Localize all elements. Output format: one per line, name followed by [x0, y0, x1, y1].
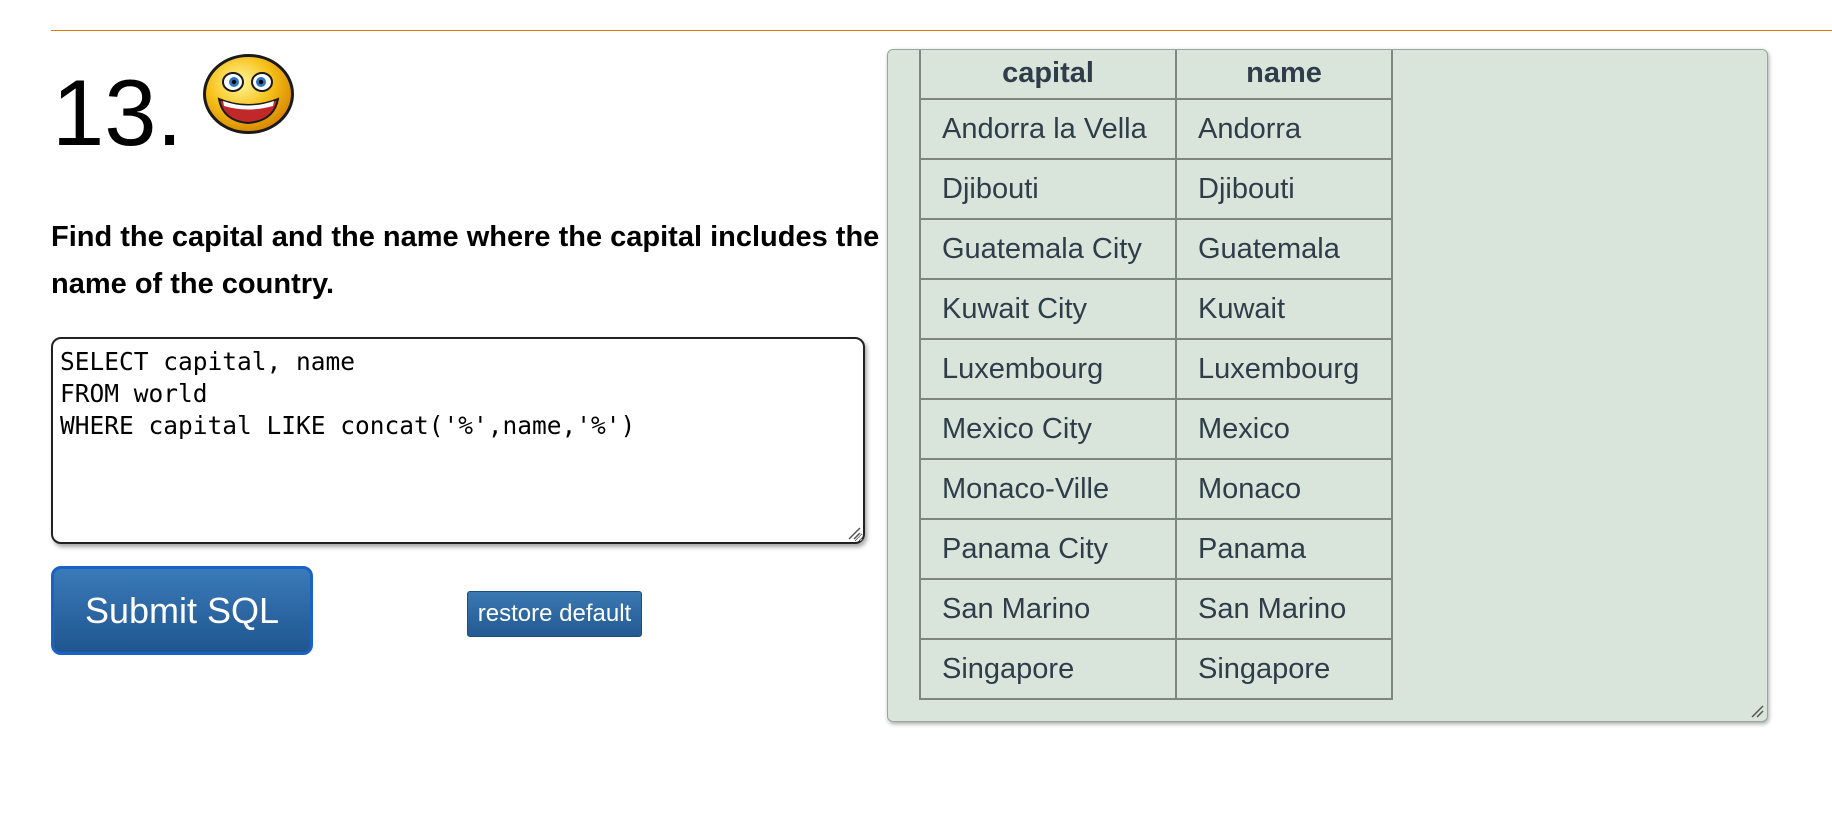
- restore-default-button[interactable]: restore default: [467, 591, 642, 637]
- table-row: Andorra la Vella Andorra: [919, 98, 1393, 160]
- cell-capital: Monaco-Ville: [919, 458, 1177, 520]
- cell-capital: Kuwait City: [919, 278, 1177, 340]
- cell-name: Mexico: [1175, 398, 1393, 460]
- table-row: Djibouti Djibouti: [919, 158, 1393, 220]
- table-row: Guatemala City Guatemala: [919, 218, 1393, 280]
- table-row: Kuwait City Kuwait: [919, 278, 1393, 340]
- sql-editor[interactable]: SELECT capital, name FROM world WHERE ca…: [51, 337, 865, 544]
- cell-name: Kuwait: [1175, 278, 1393, 340]
- cell-name: Singapore: [1175, 638, 1393, 700]
- smiley-face-icon: [203, 54, 294, 134]
- column-header-name: name: [1175, 50, 1393, 100]
- cell-capital: Mexico City: [919, 398, 1177, 460]
- cell-capital: Djibouti: [919, 158, 1177, 220]
- table-row: Luxembourg Luxembourg: [919, 338, 1393, 400]
- cell-capital: Guatemala City: [919, 218, 1177, 280]
- cell-capital: San Marino: [919, 578, 1177, 640]
- table-row: Mexico City Mexico: [919, 398, 1393, 460]
- cell-name: Monaco: [1175, 458, 1393, 520]
- cell-capital: Singapore: [919, 638, 1177, 700]
- cell-capital: Luxembourg: [919, 338, 1177, 400]
- column-header-capital: capital: [919, 50, 1177, 100]
- cell-capital: Panama City: [919, 518, 1177, 580]
- cell-name: Andorra: [1175, 98, 1393, 160]
- result-table: capital name Andorra la Vella Andorra Dj…: [919, 50, 1393, 700]
- question-number: 13.: [52, 60, 183, 165]
- panel-resize-grip-icon[interactable]: [1750, 704, 1764, 718]
- cell-name: San Marino: [1175, 578, 1393, 640]
- submit-sql-button[interactable]: Submit SQL: [51, 566, 313, 655]
- cell-name: Luxembourg: [1175, 338, 1393, 400]
- table-row: Singapore Singapore: [919, 638, 1393, 700]
- result-header-row: capital name: [919, 50, 1393, 100]
- top-divider: [51, 30, 1832, 31]
- table-row: San Marino San Marino: [919, 578, 1393, 640]
- cell-capital: Andorra la Vella: [919, 98, 1177, 160]
- cell-name: Djibouti: [1175, 158, 1393, 220]
- result-panel[interactable]: capital name Andorra la Vella Andorra Dj…: [887, 49, 1768, 722]
- table-row: Monaco-Ville Monaco: [919, 458, 1393, 520]
- question-text: Find the capital and the name where the …: [51, 221, 880, 300]
- cell-name: Panama: [1175, 518, 1393, 580]
- table-row: Panama City Panama: [919, 518, 1393, 580]
- cell-name: Guatemala: [1175, 218, 1393, 280]
